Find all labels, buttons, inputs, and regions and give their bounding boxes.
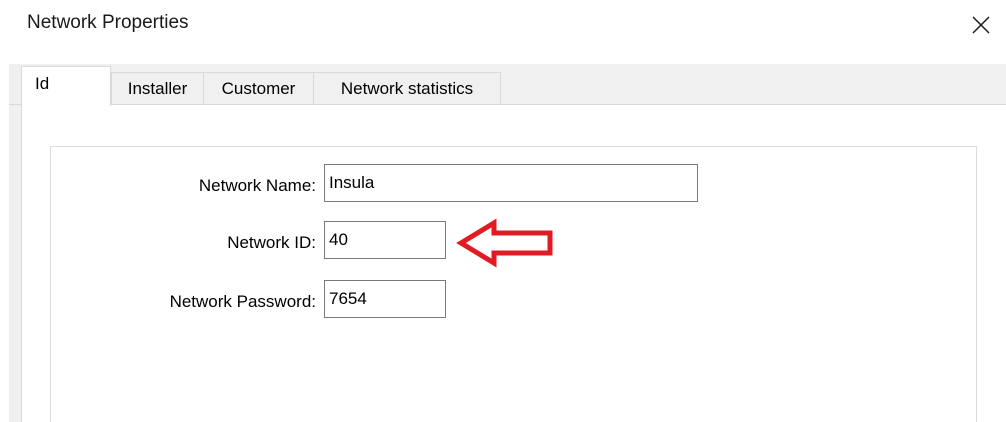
tab-network-statistics[interactable]: Network statistics	[313, 72, 501, 104]
left-arrow-icon	[456, 218, 553, 268]
close-button[interactable]	[966, 10, 996, 40]
close-icon	[972, 16, 990, 34]
network-password-input[interactable]	[324, 280, 446, 318]
network-name-input[interactable]	[324, 164, 698, 202]
tab-label: Customer	[221, 78, 296, 98]
network-id-input[interactable]	[324, 221, 446, 259]
tab-label: Network statistics	[340, 78, 474, 98]
tab-label: Installer	[127, 78, 188, 98]
tab-installer[interactable]: Installer	[111, 72, 204, 104]
tab-customer[interactable]: Customer	[203, 72, 314, 104]
tab-id[interactable]: Id	[21, 66, 111, 106]
network-properties-dialog: Network Properties Id Installer Customer…	[0, 0, 1006, 422]
dialog-title: Network Properties	[27, 12, 189, 33]
network-id-label: Network ID:	[227, 233, 316, 252]
tab-label: Id	[35, 74, 50, 93]
network-password-label: Network Password:	[169, 292, 316, 311]
network-name-label: Network Name:	[198, 176, 316, 195]
